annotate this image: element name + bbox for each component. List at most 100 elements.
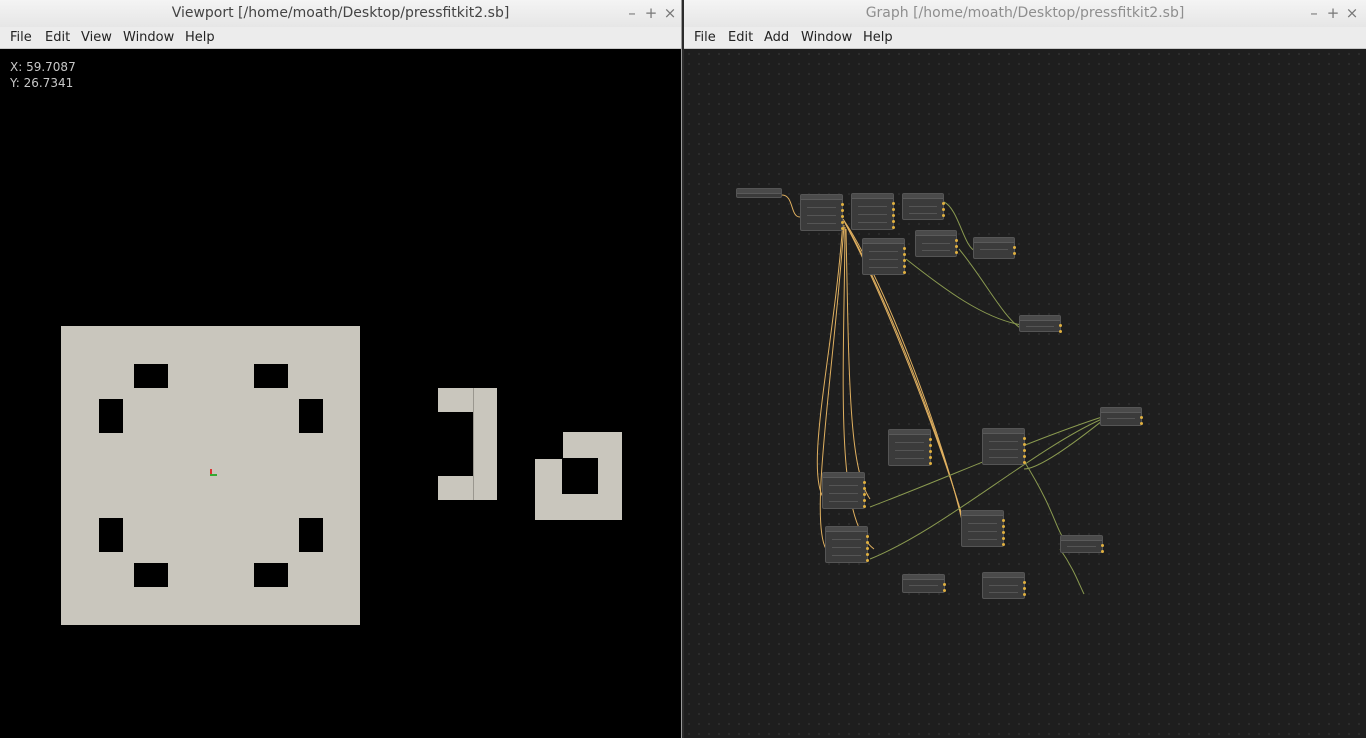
node-port[interactable]: [929, 450, 932, 453]
node-port[interactable]: [903, 265, 906, 268]
node-port[interactable]: [929, 456, 932, 459]
node-port[interactable]: [929, 438, 932, 441]
menu-edit[interactable]: Edit: [45, 30, 70, 45]
viewport-titlebar[interactable]: Viewport [/home/moath/Desktop/pressfitki…: [0, 0, 681, 27]
node-port[interactable]: [841, 215, 844, 218]
node-port[interactable]: [892, 202, 895, 205]
graph-node[interactable]: [1100, 407, 1143, 426]
graph-node[interactable]: [915, 230, 958, 257]
node-port[interactable]: [1023, 587, 1026, 590]
minimize-button[interactable]: –: [1306, 4, 1322, 22]
node-port[interactable]: [1023, 443, 1026, 446]
node-port[interactable]: [866, 559, 869, 562]
graph-titlebar[interactable]: Graph [/home/moath/Desktop/pressfitkit2.…: [684, 0, 1366, 27]
node-port[interactable]: [866, 535, 869, 538]
graph-node[interactable]: [982, 428, 1026, 465]
node-port[interactable]: [1002, 519, 1005, 522]
node-port[interactable]: [1059, 324, 1062, 327]
node-port[interactable]: [1002, 543, 1005, 546]
node-port[interactable]: [1023, 461, 1026, 464]
menu-add[interactable]: Add: [764, 30, 789, 45]
node-port[interactable]: [892, 226, 895, 229]
menu-help[interactable]: Help: [863, 30, 893, 45]
graph-node[interactable]: [851, 193, 895, 230]
node-port[interactable]: [1140, 422, 1143, 425]
node-port[interactable]: [942, 214, 945, 217]
graph-node[interactable]: [961, 510, 1005, 547]
menu-file[interactable]: File: [694, 30, 716, 45]
node-port[interactable]: [903, 259, 906, 262]
node-port[interactable]: [841, 227, 844, 230]
close-button[interactable]: ×: [662, 4, 678, 22]
node-port[interactable]: [866, 547, 869, 550]
node-port[interactable]: [929, 444, 932, 447]
node-port[interactable]: [1002, 525, 1005, 528]
node-port[interactable]: [1023, 449, 1026, 452]
node-port[interactable]: [943, 589, 946, 592]
maximize-button[interactable]: +: [1325, 4, 1341, 22]
graph-node[interactable]: [822, 472, 866, 509]
node-port[interactable]: [1140, 416, 1143, 419]
node-port[interactable]: [841, 203, 844, 206]
node-port[interactable]: [1023, 437, 1026, 440]
close-button[interactable]: ×: [1344, 4, 1360, 22]
node-port[interactable]: [863, 487, 866, 490]
menu-view[interactable]: View: [81, 30, 112, 45]
node-port[interactable]: [955, 245, 958, 248]
menu-help[interactable]: Help: [185, 30, 215, 45]
menu-file[interactable]: File: [10, 30, 32, 45]
graph-node[interactable]: [888, 429, 932, 466]
graph-node[interactable]: [973, 237, 1016, 259]
graph-node[interactable]: [1019, 315, 1062, 333]
menu-window[interactable]: Window: [801, 30, 852, 45]
node-port[interactable]: [892, 208, 895, 211]
node-port[interactable]: [1013, 252, 1016, 255]
node-port[interactable]: [903, 253, 906, 256]
y-coordinate-readout: Y: 26.7341: [10, 76, 74, 90]
node-port[interactable]: [841, 209, 844, 212]
notched-square-hole: [562, 458, 598, 494]
viewport-window: Viewport [/home/moath/Desktop/pressfitki…: [0, 0, 682, 738]
node-port[interactable]: [1101, 544, 1104, 547]
node-port[interactable]: [863, 493, 866, 496]
node-port[interactable]: [955, 239, 958, 242]
node-port[interactable]: [1013, 246, 1016, 249]
graph-node[interactable]: [862, 238, 906, 275]
node-port[interactable]: [943, 583, 946, 586]
viewport-title: Viewport [/home/moath/Desktop/pressfitki…: [171, 5, 510, 21]
node-port[interactable]: [863, 499, 866, 502]
node-port[interactable]: [863, 481, 866, 484]
node-port[interactable]: [903, 271, 906, 274]
node-port[interactable]: [841, 221, 844, 224]
graph-node[interactable]: [736, 188, 782, 198]
node-port[interactable]: [942, 208, 945, 211]
node-port[interactable]: [929, 462, 932, 465]
graph-node[interactable]: [982, 572, 1026, 599]
node-port[interactable]: [866, 541, 869, 544]
node-port[interactable]: [955, 251, 958, 254]
graph-node[interactable]: [800, 194, 844, 231]
graph-node[interactable]: [902, 574, 946, 593]
node-port[interactable]: [866, 553, 869, 556]
minimize-button[interactable]: –: [624, 4, 640, 22]
graph-node[interactable]: [902, 193, 945, 220]
graph-node[interactable]: [1060, 535, 1104, 553]
node-port[interactable]: [1101, 550, 1104, 553]
wire: [958, 248, 1023, 330]
node-port[interactable]: [1023, 593, 1026, 596]
menu-edit[interactable]: Edit: [728, 30, 753, 45]
node-port[interactable]: [1023, 581, 1026, 584]
node-port[interactable]: [892, 214, 895, 217]
node-port[interactable]: [1002, 531, 1005, 534]
node-port[interactable]: [942, 202, 945, 205]
node-port[interactable]: [892, 220, 895, 223]
node-port[interactable]: [1023, 455, 1026, 458]
graph-node[interactable]: [825, 526, 869, 563]
node-port[interactable]: [863, 505, 866, 508]
graph-canvas[interactable]: [684, 49, 1366, 738]
maximize-button[interactable]: +: [643, 4, 659, 22]
node-port[interactable]: [903, 247, 906, 250]
node-port[interactable]: [1002, 537, 1005, 540]
menu-window[interactable]: Window: [123, 30, 174, 45]
node-port[interactable]: [1059, 330, 1062, 333]
